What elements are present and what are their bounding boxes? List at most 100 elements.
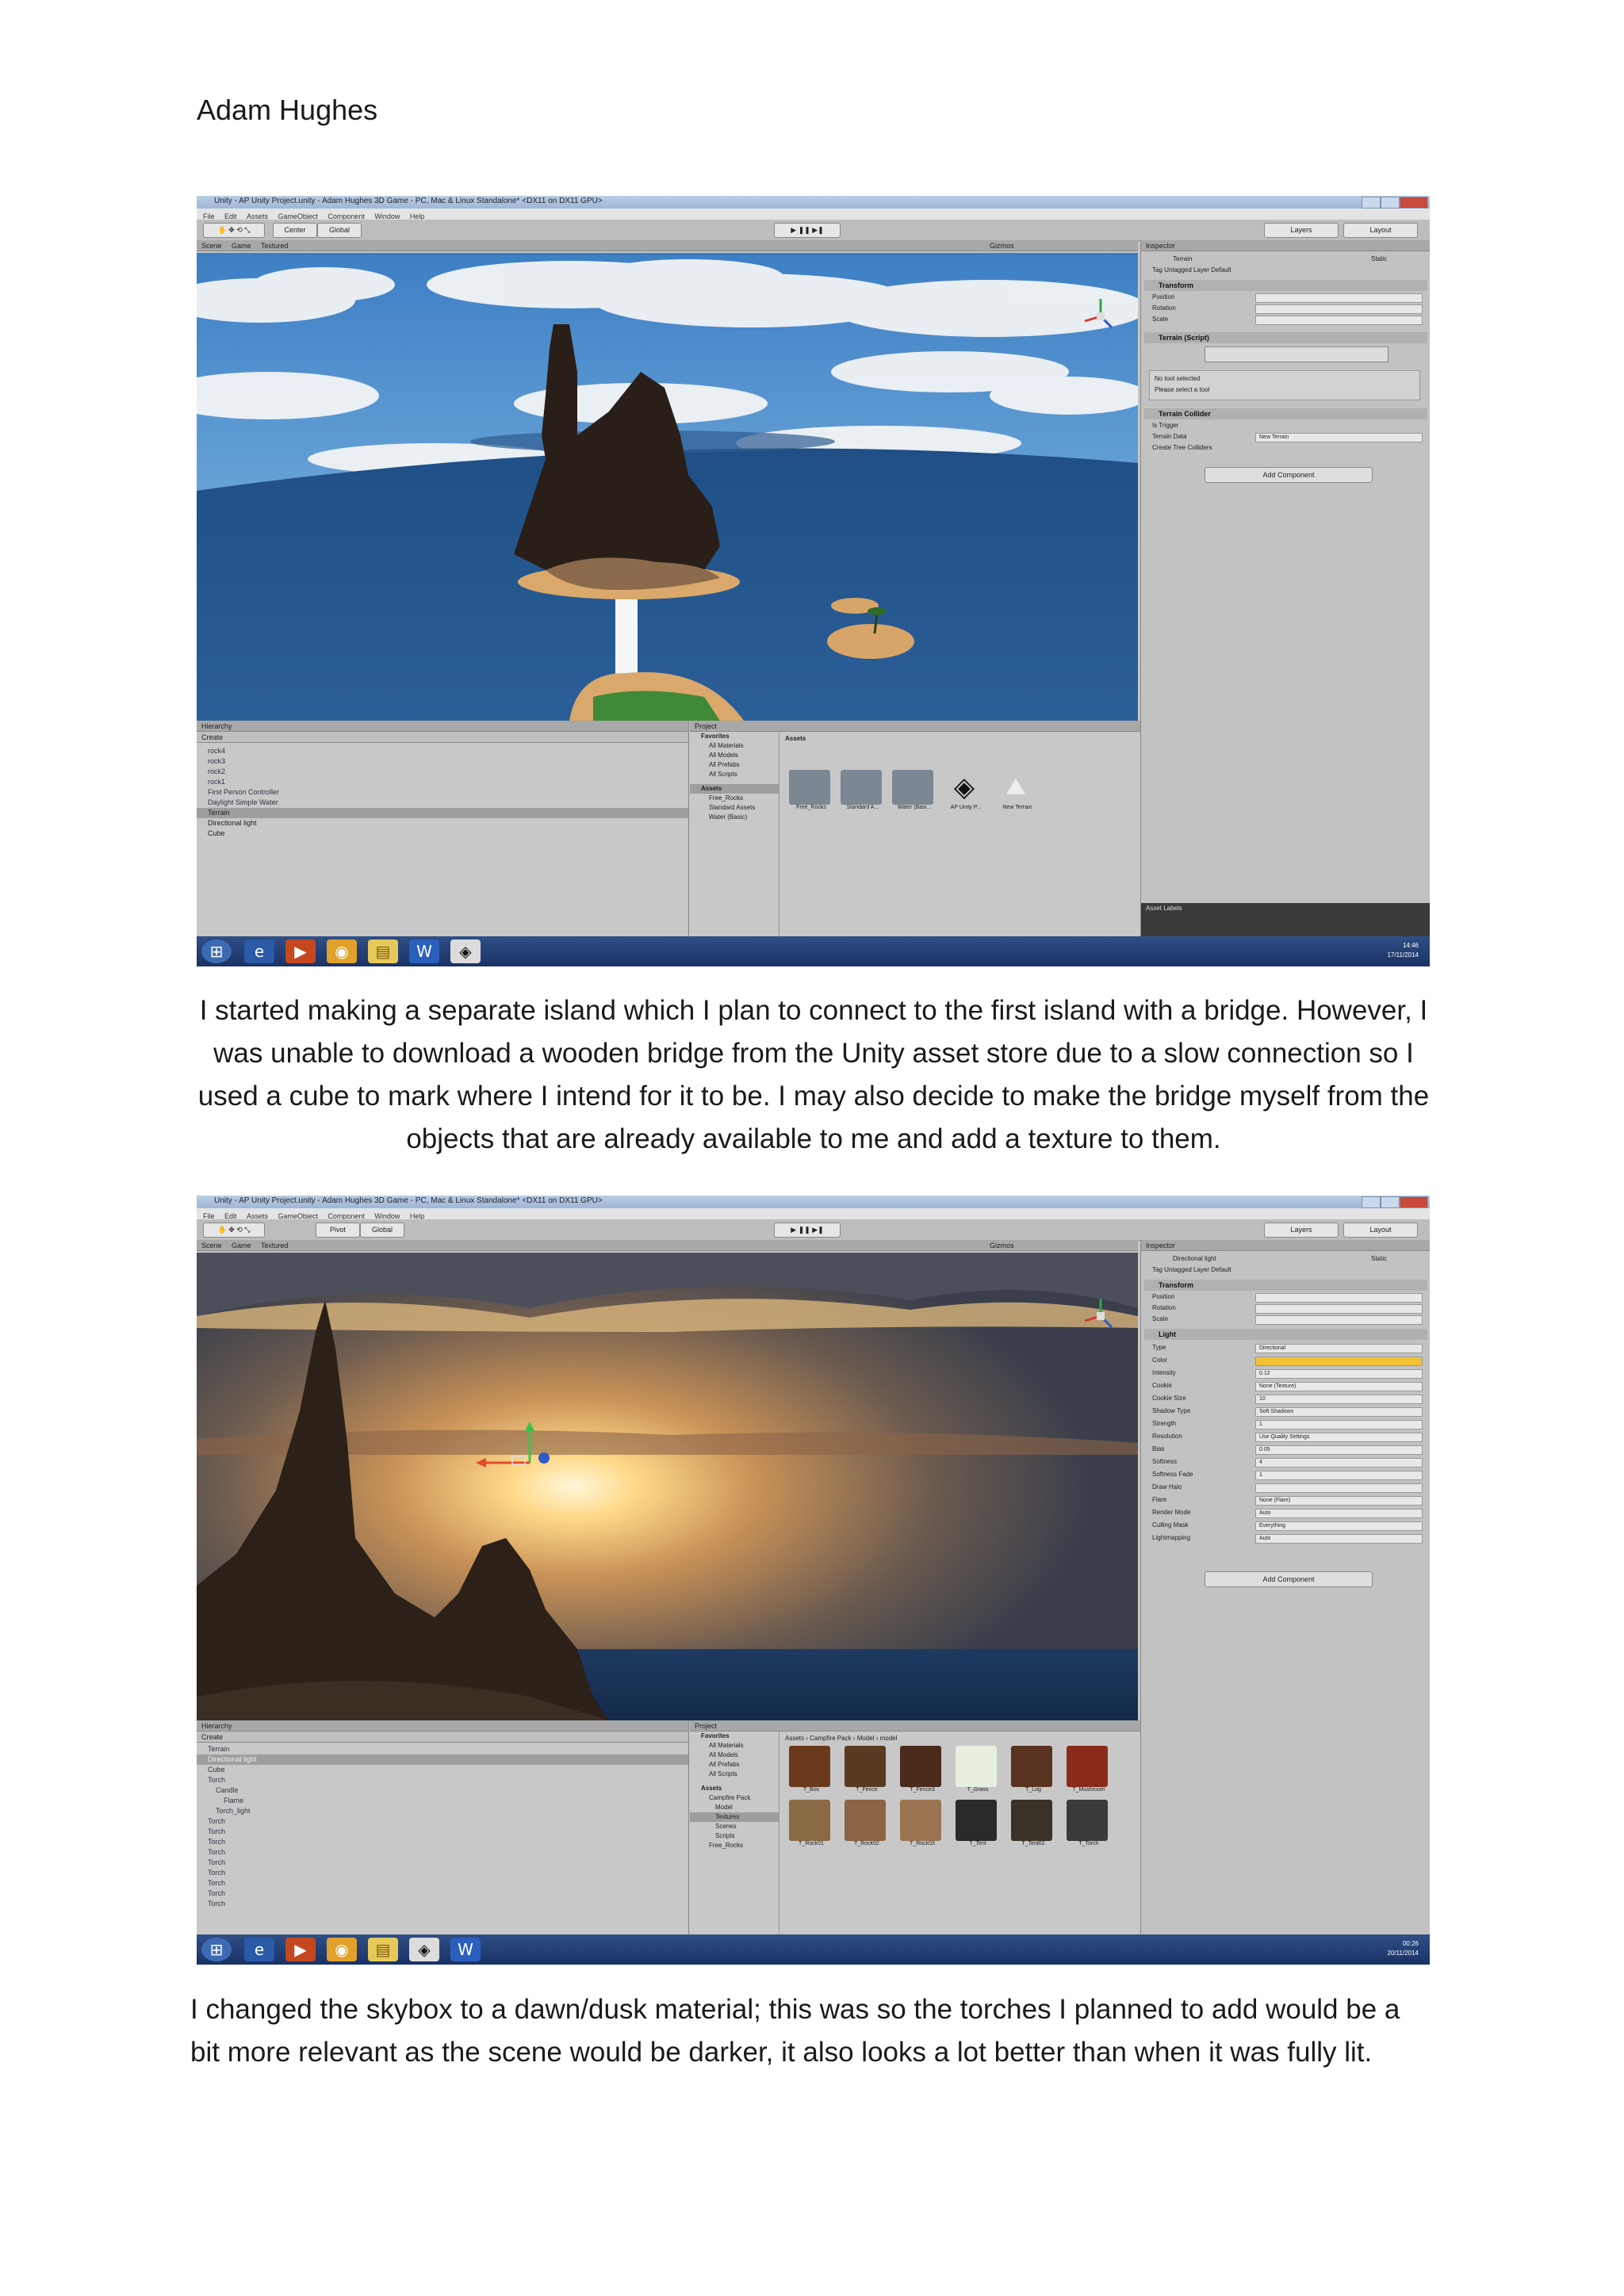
hierarchy-item[interactable]: rock4 — [197, 746, 688, 756]
file-explorer-icon[interactable]: ▤ — [368, 1938, 398, 1961]
gizmos-dropdown[interactable]: Gizmos — [990, 1240, 1014, 1250]
hierarchy-item[interactable]: Torch_light — [197, 1806, 688, 1816]
texture-asset[interactable]: T_Mushroom — [1067, 1746, 1111, 1793]
tab-game[interactable]: Game — [232, 242, 251, 250]
file-explorer-icon[interactable]: ▤ — [368, 939, 398, 963]
light-property-row[interactable]: Cookie Size 10 — [1152, 1394, 1423, 1404]
tree-item[interactable]: All Prefabs — [690, 760, 779, 770]
texture-asset[interactable]: T_Fence3 — [900, 1746, 944, 1793]
hierarchy-item[interactable]: First Person Controller — [197, 787, 688, 798]
hierarchy-create[interactable]: Create — [197, 1732, 688, 1743]
light-property-row[interactable]: Resolution Use Quality Settings — [1152, 1432, 1423, 1442]
texture-asset[interactable]: T_Fence — [845, 1746, 889, 1793]
tab-inspector[interactable]: Inspector — [1141, 1240, 1430, 1251]
tree-item[interactable]: Water (Basic) — [690, 813, 779, 822]
light-property-row[interactable]: Render Mode Auto — [1152, 1508, 1423, 1518]
minimize-button[interactable] — [1362, 197, 1381, 209]
component-transform[interactable]: Transform — [1144, 1280, 1427, 1291]
start-button-icon[interactable]: ⊞ — [201, 939, 232, 963]
hierarchy-item[interactable]: Cube — [197, 1765, 688, 1775]
component-light[interactable]: Light — [1144, 1329, 1427, 1340]
hierarchy-item[interactable]: Torch — [197, 1837, 688, 1847]
media-player-icon[interactable]: ▶ — [285, 939, 316, 963]
hierarchy-create[interactable]: Create — [197, 732, 688, 743]
layout-dropdown[interactable]: Layout — [1343, 223, 1418, 238]
component-terrain-script[interactable]: Terrain (Script) — [1144, 332, 1427, 343]
light-property-row[interactable]: Shadow Type Soft Shadows — [1152, 1406, 1423, 1417]
tree-item[interactable]: Campfire Pack — [690, 1793, 779, 1803]
light-property-row[interactable]: Lightmapping Auto — [1152, 1533, 1423, 1544]
pivot-center-button[interactable]: Center — [273, 223, 317, 238]
tree-item[interactable]: Free_Rocks — [690, 1841, 779, 1850]
is-trigger-row[interactable]: Is Trigger — [1152, 421, 1423, 430]
tab-hierarchy[interactable]: Hierarchy — [197, 1720, 688, 1732]
tree-item-assets[interactable]: Assets — [690, 784, 779, 794]
close-button[interactable] — [1400, 1196, 1428, 1208]
hierarchy-item[interactable]: Torch — [197, 1878, 688, 1888]
hierarchy-item[interactable]: Torch — [197, 1899, 688, 1909]
minimize-button[interactable] — [1362, 1196, 1381, 1208]
hierarchy-item-selected[interactable]: Terrain — [197, 808, 688, 818]
light-property-row[interactable]: Culling Mask Everything — [1152, 1521, 1423, 1531]
maximize-button[interactable] — [1381, 197, 1400, 209]
texture-asset[interactable]: T_Torch — [1067, 1800, 1111, 1846]
component-terrain-collider[interactable]: Terrain Collider — [1144, 408, 1427, 419]
tab-project[interactable]: Project — [690, 721, 1140, 732]
rotation-row[interactable]: Rotation — [1152, 1303, 1423, 1314]
hierarchy-item[interactable]: Daylight Simple Water — [197, 798, 688, 808]
component-transform[interactable]: Transform — [1144, 280, 1427, 291]
texture-asset[interactable]: T_Box — [789, 1746, 833, 1793]
tree-item[interactable]: Standard Assets — [690, 803, 779, 813]
transform-tools[interactable]: ✋ ✥ ⟲ ⤡ — [203, 223, 265, 238]
light-property-row[interactable]: Flare None (Flare) — [1152, 1495, 1423, 1506]
internet-explorer-icon[interactable]: e — [244, 1938, 274, 1961]
hierarchy-item[interactable]: Torch — [197, 1816, 688, 1827]
play-controls[interactable]: ▶ ❚❚ ▶❚ — [774, 223, 841, 238]
tab-project[interactable]: Project — [690, 1720, 1140, 1732]
asset-unity-scene[interactable]: ◈ AP Unity P... — [944, 770, 988, 810]
tag-layer-row[interactable]: Tag Untagged Layer Default — [1152, 1265, 1423, 1275]
hierarchy-item[interactable]: Torch — [197, 1888, 688, 1899]
global-button[interactable]: Global — [360, 1223, 404, 1238]
add-component-button[interactable]: Add Component — [1205, 467, 1373, 483]
tab-hierarchy[interactable]: Hierarchy — [197, 721, 688, 732]
tree-item[interactable]: All Models — [690, 1751, 779, 1760]
hierarchy-item[interactable]: rock1 — [197, 777, 688, 787]
light-property-row[interactable]: Draw Halo — [1152, 1483, 1423, 1493]
texture-asset[interactable]: T_Grass — [956, 1746, 1000, 1793]
chrome-icon[interactable]: ◉ — [327, 1938, 357, 1961]
add-component-button[interactable]: Add Component — [1205, 1571, 1373, 1587]
close-button[interactable] — [1400, 197, 1428, 209]
texture-asset[interactable]: T_Rock02 — [845, 1800, 889, 1846]
rotation-row[interactable]: Rotation — [1152, 304, 1423, 314]
texture-asset[interactable]: T_Log — [1011, 1746, 1055, 1793]
scale-row[interactable]: Scale — [1152, 1314, 1423, 1325]
hierarchy-item[interactable]: Torch — [197, 1847, 688, 1858]
project-breadcrumb[interactable]: Assets — [785, 735, 806, 742]
word-icon[interactable]: W — [409, 939, 439, 963]
hierarchy-item[interactable]: rock3 — [197, 756, 688, 767]
texture-asset[interactable]: T_Tent — [956, 1800, 1000, 1846]
light-property-row[interactable]: Softness 4 — [1152, 1457, 1423, 1468]
scene-view[interactable] — [197, 1253, 1138, 1720]
light-property-row[interactable]: Color — [1152, 1356, 1423, 1366]
hierarchy-item[interactable]: Flame — [197, 1796, 688, 1806]
texture-asset[interactable]: T_Rock01 — [789, 1800, 833, 1846]
tree-item[interactable]: All Materials — [690, 1741, 779, 1751]
tree-item[interactable]: All Scripts — [690, 1770, 779, 1779]
project-breadcrumb[interactable]: Assets › Campfire Pack › Model › model — [785, 1735, 897, 1742]
static-checkbox[interactable]: Static — [1371, 1254, 1423, 1264]
tab-inspector[interactable]: Inspector — [1141, 240, 1430, 251]
transform-tools[interactable]: ✋ ✥ ⟲ ⤡ — [203, 1223, 265, 1238]
scene-view[interactable] — [197, 253, 1138, 721]
hierarchy-item[interactable]: Directional light — [197, 818, 688, 828]
tree-item[interactable]: Textures — [690, 1812, 779, 1822]
asset-folder[interactable]: Water (Basi... — [892, 770, 936, 810]
tree-item[interactable]: Favorites — [690, 1732, 779, 1741]
maximize-button[interactable] — [1381, 1196, 1400, 1208]
hierarchy-item[interactable]: Torch — [197, 1827, 688, 1837]
hierarchy-item[interactable]: Cube — [197, 828, 688, 839]
scale-row[interactable]: Scale — [1152, 315, 1423, 325]
tree-item-favorites[interactable]: Favorites — [690, 732, 779, 741]
tag-layer-row[interactable]: Tag Untagged Layer Default — [1152, 266, 1423, 275]
